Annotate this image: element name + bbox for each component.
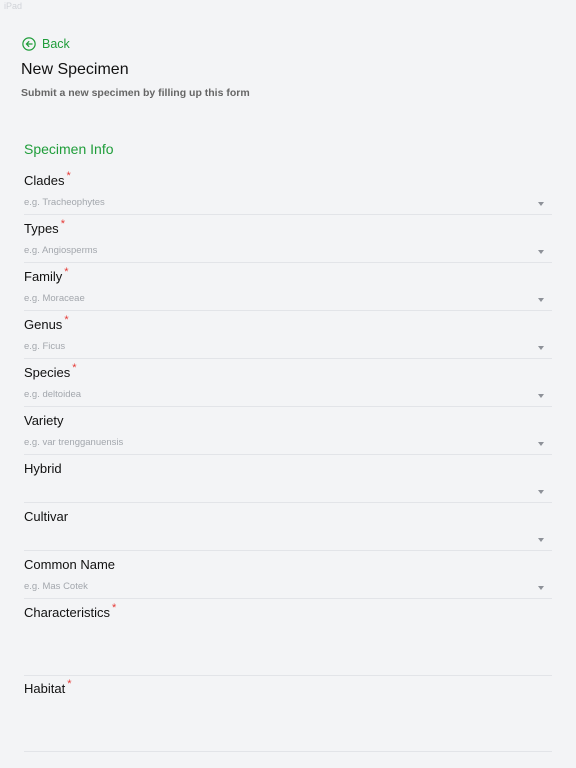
page-title: New Specimen [21, 61, 129, 78]
clades-select[interactable]: e.g. Tracheophytes [24, 193, 552, 215]
required-marker: * [60, 218, 65, 230]
field-genus: Genus * e.g. Ficus [24, 314, 552, 359]
placeholder: e.g. Ficus [24, 341, 66, 352]
field-family: Family * e.g. Moraceae [24, 266, 552, 311]
field-cultivar: Cultivar [24, 508, 552, 551]
arrow-left-circle-icon [22, 37, 36, 51]
variety-select[interactable]: e.g. var trengganuensis [24, 433, 552, 455]
field-label: Family [24, 269, 63, 284]
field-types: Types * e.g. Angiosperms [24, 218, 552, 263]
species-select[interactable]: e.g. deltoidea [24, 385, 552, 407]
field-hybrid: Hybrid [24, 460, 552, 503]
back-label: Back [42, 37, 70, 51]
field-label: Characteristics [24, 605, 110, 620]
genus-select[interactable]: e.g. Ficus [24, 337, 552, 359]
hybrid-select[interactable] [24, 481, 552, 503]
caret-down-icon [538, 298, 544, 302]
placeholder: e.g. deltoidea [24, 389, 82, 400]
field-label: Genus [24, 317, 63, 332]
caret-down-icon [538, 394, 544, 398]
required-marker: * [64, 314, 69, 326]
caret-down-icon [538, 346, 544, 350]
field-label: Cultivar [24, 509, 69, 524]
field-clades: Clades * e.g. Tracheophytes [24, 170, 552, 215]
field-species: Species * e.g. deltoidea [24, 362, 552, 407]
placeholder: e.g. Angiosperms [24, 245, 98, 256]
placeholder: e.g. Tracheophytes [24, 197, 105, 208]
status-carrier: iPad [4, 1, 23, 11]
field-habitat: Habitat * [24, 678, 552, 752]
field-label: Types [24, 221, 59, 236]
field-label: Clades [24, 173, 65, 188]
required-marker: * [111, 602, 117, 614]
page-subtitle: Submit a new specimen by filling up this… [21, 87, 250, 99]
caret-down-icon [538, 442, 544, 446]
caret-down-icon [538, 586, 544, 590]
caret-down-icon [538, 202, 544, 206]
required-marker: * [67, 678, 72, 690]
required-marker: * [72, 362, 77, 374]
caret-down-icon [538, 250, 544, 254]
characteristics-textarea[interactable] [24, 628, 552, 676]
habitat-textarea[interactable] [24, 704, 552, 752]
field-common-name: Common Name e.g. Mas Cotek [24, 556, 552, 599]
common-name-select[interactable]: e.g. Mas Cotek [24, 577, 552, 599]
cultivar-select[interactable] [24, 529, 552, 551]
required-marker: * [64, 266, 69, 278]
field-label: Hybrid [24, 461, 62, 476]
field-label: Variety [24, 413, 64, 428]
caret-down-icon [538, 490, 544, 494]
field-variety: Variety e.g. var trengganuensis [24, 412, 552, 455]
caret-down-icon [538, 538, 544, 542]
field-label: Habitat [24, 681, 66, 696]
section-title: Specimen Info [24, 141, 114, 157]
back-button[interactable]: Back [22, 36, 70, 52]
placeholder: e.g. Moraceae [24, 293, 85, 304]
field-characteristics: Characteristics * [24, 602, 552, 676]
types-select[interactable]: e.g. Angiosperms [24, 241, 552, 263]
field-label: Species [24, 365, 71, 380]
placeholder: e.g. Mas Cotek [24, 581, 88, 592]
field-label: Common Name [24, 557, 116, 572]
status-bar: iPad [0, 0, 576, 12]
required-marker: * [66, 170, 71, 182]
placeholder: e.g. var trengganuensis [24, 437, 124, 448]
family-select[interactable]: e.g. Moraceae [24, 289, 552, 311]
